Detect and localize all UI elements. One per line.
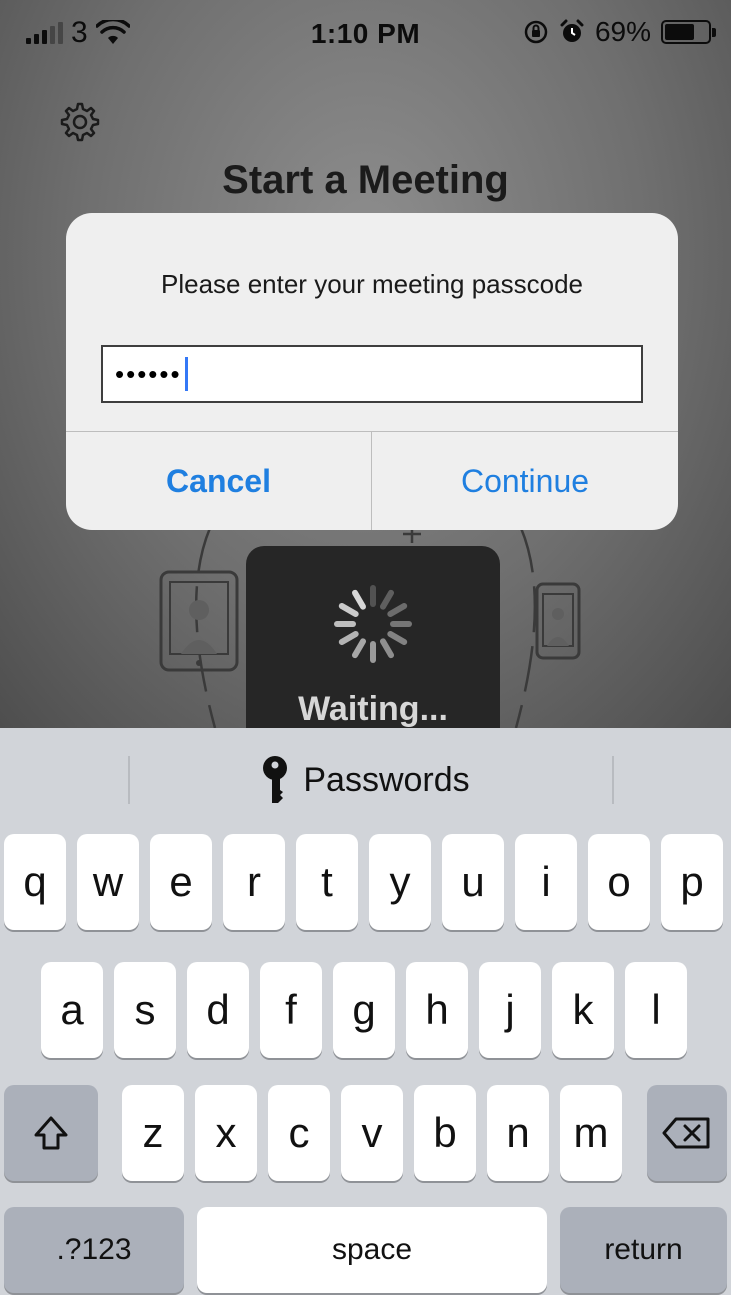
key-v[interactable]: v	[341, 1085, 403, 1181]
key-q[interactable]: q	[4, 834, 66, 930]
key-u[interactable]: u	[442, 834, 504, 930]
page-title: Start a Meeting	[222, 158, 509, 202]
waiting-label: Waiting...	[298, 690, 448, 728]
key-g[interactable]: g	[333, 962, 395, 1058]
passcode-input[interactable]: ••••••	[101, 345, 643, 403]
key-a[interactable]: a	[41, 962, 103, 1058]
key-icon	[263, 756, 288, 803]
key-i[interactable]: i	[515, 834, 577, 930]
key-z[interactable]: z	[122, 1085, 184, 1181]
battery-percent: 69%	[594, 16, 651, 47]
key-f[interactable]: f	[260, 962, 322, 1058]
space-key[interactable]: space	[197, 1207, 547, 1293]
key-w[interactable]: w	[77, 834, 139, 930]
suggestion-bar: Passwords	[0, 728, 731, 826]
gear-icon[interactable]	[56, 98, 104, 146]
cancel-button[interactable]: Cancel	[66, 432, 371, 530]
shift-icon	[34, 1116, 68, 1150]
key-s[interactable]: s	[114, 962, 176, 1058]
orientation-lock-icon	[524, 20, 548, 44]
key-l[interactable]: l	[625, 962, 687, 1058]
alarm-icon	[560, 19, 584, 42]
key-n[interactable]: n	[487, 1085, 549, 1181]
key-r[interactable]: r	[223, 834, 285, 930]
shift-key[interactable]	[4, 1085, 98, 1181]
continue-button[interactable]: Continue	[372, 432, 678, 530]
key-e[interactable]: e	[150, 834, 212, 930]
key-j[interactable]: j	[479, 962, 541, 1058]
numbers-key[interactable]: .?123	[4, 1207, 184, 1293]
key-m[interactable]: m	[560, 1085, 622, 1181]
key-p[interactable]: p	[661, 834, 723, 930]
passcode-dialog: Please enter your meeting passcode •••••…	[66, 213, 678, 530]
passwords-suggestion[interactable]: Passwords	[0, 756, 731, 804]
return-key[interactable]: return	[560, 1207, 727, 1293]
key-y[interactable]: y	[369, 834, 431, 930]
backspace-icon	[662, 1117, 710, 1149]
backspace-key[interactable]	[647, 1085, 727, 1181]
keyboard: Passwords q w e r t y u i o p a s d f g h j k l z x c v b n m .?12…	[0, 728, 731, 1295]
key-o[interactable]: o	[588, 834, 650, 930]
passwords-label: Passwords	[303, 760, 470, 799]
dialog-message: Please enter your meeting passcode	[160, 269, 584, 299]
key-h[interactable]: h	[406, 962, 468, 1058]
status-bar: 3 1:10 PM 69%	[0, 0, 731, 80]
loading-spinner-icon	[334, 585, 412, 663]
key-d[interactable]: d	[187, 962, 249, 1058]
key-b[interactable]: b	[414, 1085, 476, 1181]
key-x[interactable]: x	[195, 1085, 257, 1181]
key-t[interactable]: t	[296, 834, 358, 930]
passcode-value: ••••••	[115, 358, 182, 389]
text-caret	[184, 357, 188, 391]
key-k[interactable]: k	[552, 962, 614, 1058]
battery-icon	[661, 20, 716, 44]
key-c[interactable]: c	[268, 1085, 330, 1181]
